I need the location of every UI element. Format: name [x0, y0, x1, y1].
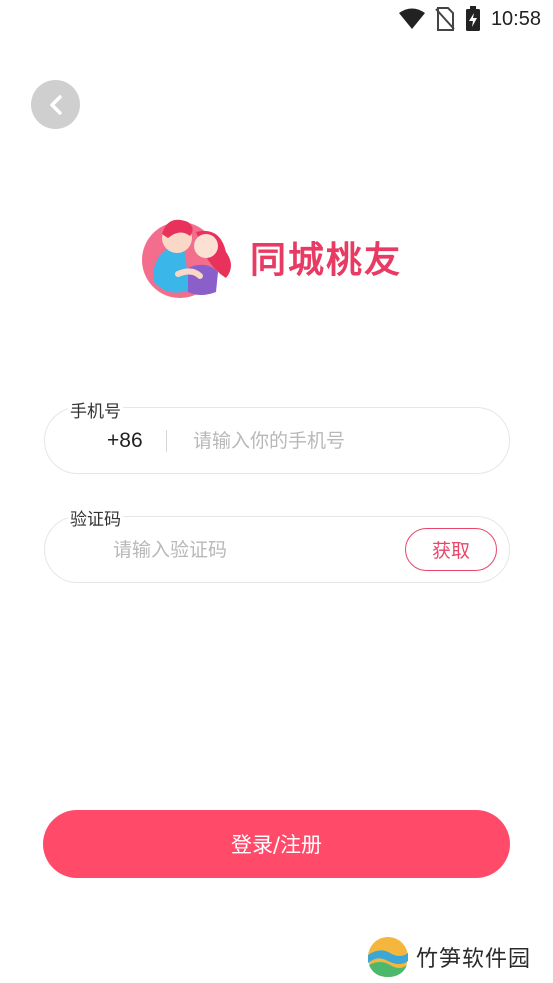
- watermark-text: 竹笋软件园: [416, 947, 532, 972]
- back-button[interactable]: [31, 80, 80, 129]
- status-bar: 10:58: [0, 0, 553, 38]
- get-code-button[interactable]: 获取: [405, 528, 497, 571]
- phone-input[interactable]: [193, 427, 493, 457]
- no-sim-icon: [435, 7, 455, 31]
- battery-charging-icon: [465, 6, 480, 31]
- status-time: 10:58: [490, 7, 541, 30]
- code-label: 验证码: [68, 505, 123, 530]
- watermark: 竹笋软件园: [366, 935, 531, 979]
- app-logo: 同城桃友: [140, 212, 420, 302]
- watermark-logo-icon: [368, 937, 408, 977]
- country-code[interactable]: +86: [107, 429, 143, 453]
- login-register-button[interactable]: 登录/注册: [43, 810, 510, 878]
- chevron-left-icon: [49, 94, 62, 115]
- code-input[interactable]: [113, 536, 373, 566]
- status-icons: 10:58: [398, 6, 541, 32]
- app-name: 同城桃友: [250, 239, 403, 281]
- wifi-icon: [398, 8, 425, 29]
- field-divider: [166, 430, 167, 452]
- phone-label: 手机号: [68, 397, 123, 422]
- couple-logo-icon: [142, 219, 231, 298]
